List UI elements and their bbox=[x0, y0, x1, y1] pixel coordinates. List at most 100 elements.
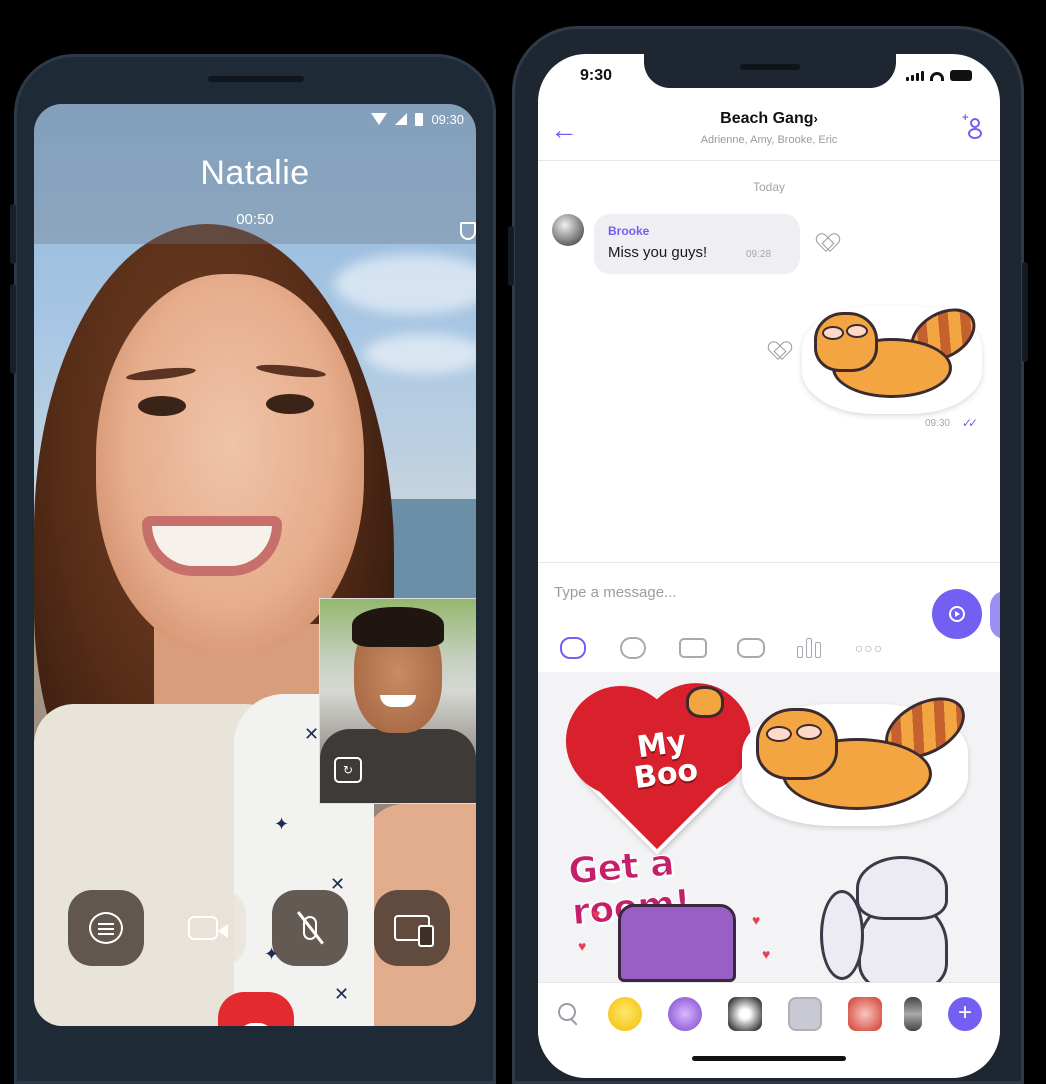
volume-button bbox=[10, 204, 16, 264]
group-members: Adrienne, Amy, Brooke, Eric bbox=[700, 134, 838, 146]
date-separator: Today bbox=[752, 180, 786, 194]
self-hair bbox=[352, 607, 444, 647]
avatar[interactable] bbox=[552, 214, 584, 246]
chevron-right-icon: › bbox=[813, 111, 818, 126]
volume-button bbox=[10, 284, 16, 374]
android-status-bar: 09:30 bbox=[371, 110, 464, 128]
scarf-pattern: ✕ bbox=[334, 984, 350, 1004]
chat-header: ← Beach Gang› Adrienne, Amy, Brooke, Eri… bbox=[538, 100, 1000, 161]
chat-icon bbox=[89, 912, 123, 944]
message-input[interactable] bbox=[554, 579, 854, 605]
sticker-pack-tray: + bbox=[538, 982, 1000, 1045]
gallery-icon bbox=[620, 637, 646, 659]
wifi-icon bbox=[930, 72, 944, 81]
search-icon[interactable] bbox=[558, 1003, 576, 1021]
sticker-pack-3[interactable] bbox=[728, 997, 762, 1031]
outgoing-sticker[interactable] bbox=[802, 296, 985, 414]
message-text: Miss you guys! bbox=[608, 244, 708, 261]
sticker-panel: My Boo Get a room! ♥ ♥ ♥ ♥ bbox=[538, 672, 1000, 982]
like-heart-icon[interactable] bbox=[770, 342, 790, 360]
volume-button bbox=[508, 226, 514, 286]
call-duration: 00:50 bbox=[236, 211, 274, 228]
message-time: 09:28 bbox=[746, 249, 772, 260]
video-icon bbox=[188, 916, 228, 940]
mute-button[interactable] bbox=[272, 890, 348, 966]
incoming-message[interactable]: Brooke Miss you guys! 09:28 bbox=[594, 214, 800, 274]
group-title[interactable]: Beach Gang› bbox=[538, 110, 1000, 128]
iphone: 9:30 ← Beach Gang› Adrienne, Amy, Brooke… bbox=[508, 26, 1028, 1084]
caller-name: Natalie bbox=[200, 154, 310, 192]
screen-share-icon bbox=[394, 915, 434, 947]
side-button bbox=[1022, 262, 1028, 362]
screen-share-button[interactable] bbox=[374, 890, 450, 966]
sticker-grey-cat[interactable] bbox=[818, 850, 968, 982]
sticker-my-boo[interactable]: My Boo bbox=[568, 682, 738, 855]
status-time: 09:30 bbox=[431, 111, 464, 127]
caller-eye bbox=[266, 394, 314, 414]
poll-icon bbox=[797, 638, 821, 658]
signal-icon bbox=[906, 71, 924, 81]
sticker-cat-head bbox=[686, 686, 724, 718]
sticker-lazy-cat[interactable] bbox=[742, 684, 976, 826]
signal-icon bbox=[395, 113, 408, 125]
heart-icon: ♥ bbox=[578, 938, 587, 954]
poll-tool-button[interactable] bbox=[794, 635, 824, 661]
cloud bbox=[364, 334, 476, 374]
camera-icon bbox=[679, 638, 707, 658]
more-tool-button[interactable]: ○○○ bbox=[854, 635, 884, 661]
send-button[interactable] bbox=[932, 589, 982, 639]
sticker-pack-2[interactable] bbox=[668, 997, 702, 1031]
wifi-icon bbox=[371, 113, 388, 125]
camera-tool-button[interactable] bbox=[678, 635, 708, 661]
status-time: 9:30 bbox=[580, 67, 613, 84]
sticker-pack-selected[interactable] bbox=[788, 997, 822, 1031]
add-participant-icon[interactable]: + bbox=[962, 112, 984, 140]
sticker-pack-6[interactable] bbox=[904, 997, 922, 1031]
battery-icon bbox=[950, 70, 972, 81]
notch bbox=[644, 54, 896, 88]
chat-screen: 9:30 ← Beach Gang› Adrienne, Amy, Brooke… bbox=[538, 54, 1000, 1078]
scarf-pattern: ✕ bbox=[304, 724, 320, 744]
earpiece bbox=[208, 76, 304, 82]
composer: ○○○ bbox=[538, 562, 1000, 673]
sticker-icon bbox=[560, 637, 586, 659]
pet-carrier bbox=[618, 904, 736, 982]
grey-cat-tail bbox=[820, 890, 864, 980]
scarf-pattern: ✦ bbox=[274, 814, 290, 834]
more-icon: ○○○ bbox=[854, 640, 884, 656]
gif-tool-button[interactable] bbox=[736, 635, 766, 661]
home-indicator bbox=[692, 1056, 846, 1061]
sticker-tool-button[interactable] bbox=[558, 635, 588, 661]
caller-face bbox=[96, 274, 364, 654]
send-icon bbox=[949, 606, 965, 622]
read-receipt-icon: ✓✓ bbox=[961, 416, 978, 430]
sender-name: Brooke bbox=[608, 224, 650, 238]
heart-icon: ♥ bbox=[592, 906, 601, 922]
video-toggle-button[interactable] bbox=[170, 890, 246, 966]
android-phone: ✕ ✦ ✕ ✦ ✕ 09:30 Natalie 00:50 ↻ bbox=[10, 54, 496, 1084]
group-name: Beach Gang bbox=[720, 110, 814, 127]
battery-icon bbox=[415, 112, 424, 126]
video-call-screen: ✕ ✦ ✕ ✦ ✕ 09:30 Natalie 00:50 ↻ bbox=[34, 104, 476, 1026]
end-call-icon bbox=[239, 1023, 273, 1026]
heart-icon: ♥ bbox=[752, 912, 761, 928]
caller-eye bbox=[138, 396, 186, 416]
self-view-video[interactable]: ↻ bbox=[319, 598, 476, 804]
like-heart-icon[interactable] bbox=[818, 234, 838, 252]
add-sticker-pack-button[interactable]: + bbox=[948, 997, 982, 1031]
send-button-shadow bbox=[990, 591, 1000, 639]
emoji-pack[interactable] bbox=[608, 997, 642, 1031]
heart-icon: ♥ bbox=[762, 946, 771, 962]
cloud bbox=[334, 254, 476, 314]
end-call-button[interactable] bbox=[218, 992, 294, 1026]
sticker-pack-5[interactable] bbox=[848, 997, 882, 1031]
gif-icon bbox=[737, 638, 765, 658]
sticker-get-a-room[interactable]: Get a room! ♥ ♥ ♥ ♥ bbox=[562, 842, 792, 982]
message-time: 09:30 bbox=[924, 418, 950, 429]
gallery-tool-button[interactable] bbox=[618, 635, 648, 661]
chat-button[interactable] bbox=[68, 890, 144, 966]
ios-status-bar bbox=[906, 70, 972, 81]
encryption-shield-icon[interactable] bbox=[460, 222, 476, 240]
grey-cat-head bbox=[856, 856, 948, 920]
switch-camera-icon[interactable]: ↻ bbox=[334, 757, 362, 783]
